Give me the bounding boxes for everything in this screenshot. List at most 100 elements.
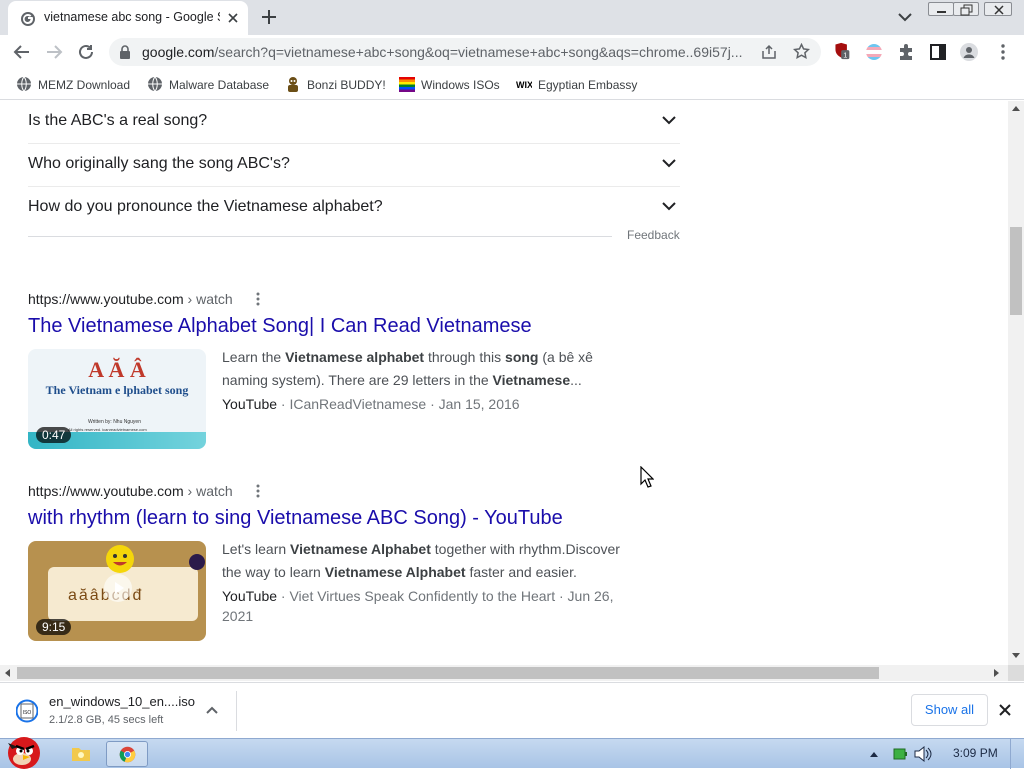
vertical-scroll-thumb[interactable]: [1010, 227, 1022, 315]
divider: [236, 691, 237, 731]
search-result: https://www.youtube.com › watch with rhy…: [28, 483, 628, 643]
tab-close-icon[interactable]: [226, 11, 240, 25]
scroll-left-icon[interactable]: [4, 669, 10, 677]
bookmark-label: Egyptian Embassy: [538, 78, 638, 92]
bookmark-star-icon[interactable]: [793, 43, 810, 60]
lock-icon[interactable]: [119, 45, 131, 59]
search-result: https://www.youtube.com › watch The Viet…: [28, 291, 628, 451]
tab-strip: vietnamese abc song - Google S: [0, 0, 1024, 35]
snippet-bold-text: Vietnamese: [492, 372, 571, 388]
share-icon[interactable]: [761, 44, 777, 60]
windows-taskbar: 3:09 PM: [0, 737, 1024, 769]
mouse-cursor-icon: [640, 466, 654, 488]
bonzi-icon: [288, 77, 298, 92]
search-results-page: Is the ABC's a real song? Who originally…: [0, 101, 1008, 665]
extension-badge: 1: [843, 51, 847, 60]
folder-icon[interactable]: [72, 746, 90, 761]
more-options-icon[interactable]: [255, 292, 261, 306]
faq-item[interactable]: How do you pronounce the Vietnamese alph…: [28, 187, 680, 230]
vertical-scrollbar[interactable]: [1008, 101, 1024, 665]
result-url[interactable]: https://www.youtube.com › watch: [28, 483, 233, 499]
result-channel-date: · ICanReadVietnamese · Jan 15, 2016: [277, 396, 520, 412]
faq-question: Who originally sang the song ABC's?: [28, 155, 290, 172]
download-filename[interactable]: en_windows_10_en....iso: [49, 694, 195, 709]
feedback-link[interactable]: Feedback: [627, 228, 680, 242]
horizontal-scroll-thumb[interactable]: [17, 667, 879, 679]
video-duration: 0:47: [36, 427, 72, 443]
close-icon: [994, 5, 1004, 15]
angry-bird-start-icon[interactable]: [2, 731, 48, 769]
close-window-button[interactable]: [984, 2, 1012, 16]
bookmark-label: Windows ISOs: [421, 78, 500, 92]
volume-icon[interactable]: [914, 746, 932, 762]
taskbar-clock[interactable]: 3:09 PM: [953, 746, 998, 760]
horizontal-scrollbar[interactable]: [0, 665, 1008, 681]
video-thumbnail[interactable]: A Ă Â The Vietnam e lphabet song Written…: [28, 349, 206, 449]
chevron-up-icon[interactable]: [205, 705, 219, 715]
result-crumb: › watch: [183, 291, 233, 307]
dot-icon: [189, 554, 205, 570]
chevron-down-icon[interactable]: [897, 10, 913, 24]
side-panel-icon[interactable]: [929, 43, 947, 61]
show-desktop-button[interactable]: [1010, 739, 1024, 769]
scroll-right-icon[interactable]: [994, 669, 1000, 677]
globe-icon: [17, 76, 31, 92]
result-meta: YouTube · ICanReadVietnamese · Jan 15, 2…: [222, 394, 622, 414]
result-site: https://www.youtube.com: [28, 291, 184, 307]
download-shelf: ISO en_windows_10_en....iso 2.1/2.8 GB, …: [0, 682, 1024, 738]
extension-shield-icon[interactable]: 1: [833, 42, 851, 60]
snippet-text: through this: [424, 349, 506, 365]
scroll-up-icon[interactable]: [1012, 105, 1020, 111]
close-icon[interactable]: [998, 703, 1012, 717]
windows-flag-icon: [399, 77, 415, 92]
extensions-puzzle-icon[interactable]: [897, 43, 915, 61]
result-source: YouTube: [222, 396, 278, 412]
menu-kebab-icon[interactable]: [994, 43, 1012, 61]
download-progress: 2.1/2.8 GB, 45 secs left: [49, 714, 164, 726]
battery-icon[interactable]: [893, 747, 907, 761]
divider: [28, 236, 612, 237]
profile-flag-icon[interactable]: [865, 43, 883, 61]
result-title-link[interactable]: with rhythm (learn to sing Vietnamese AB…: [28, 507, 563, 530]
restore-icon: [960, 4, 973, 16]
result-site: https://www.youtube.com: [28, 483, 184, 499]
browser-toolbar: google.com/search?q=vietnamese+abc+song&…: [0, 35, 1024, 69]
forward-icon[interactable]: [45, 43, 63, 61]
url-text[interactable]: google.com/search?q=vietnamese+abc+song&…: [142, 44, 752, 60]
svg-text:WIX: WIX: [516, 80, 532, 90]
bookmark-label: Malware Database: [169, 78, 270, 92]
tab-title: vietnamese abc song - Google S: [44, 10, 220, 24]
show-all-button[interactable]: Show all: [911, 694, 988, 726]
address-bar[interactable]: google.com/search?q=vietnamese+abc+song&…: [109, 38, 821, 66]
chevron-down-icon: [662, 116, 676, 125]
new-tab-icon[interactable]: [261, 9, 277, 25]
snippet-bold-text: Vietnamese Alphabet: [290, 541, 431, 557]
restore-button[interactable]: [953, 2, 979, 16]
tray-expand-icon[interactable]: [869, 750, 879, 758]
result-title-link[interactable]: The Vietnamese Alphabet Song| I Can Read…: [28, 315, 532, 338]
video-thumbnail[interactable]: aăâbcdđ 9:15: [28, 541, 206, 641]
smiley-icon: [106, 545, 134, 573]
iso-file-icon[interactable]: ISO: [16, 698, 38, 724]
faq-item[interactable]: Who originally sang the song ABC's?: [28, 144, 680, 187]
back-icon[interactable]: [13, 43, 31, 61]
bookmark-label: MEMZ Download: [38, 78, 131, 92]
minimize-icon: [937, 11, 946, 13]
url-path: /search?q=vietnamese+abc+song&oq=vietnam…: [214, 44, 743, 60]
active-tab[interactable]: vietnamese abc song - Google S: [8, 1, 248, 35]
snippet-bold-text: Vietnamese Alphabet: [324, 564, 466, 580]
minimize-button[interactable]: [928, 2, 954, 16]
faq-item[interactable]: Is the ABC's a real song?: [28, 101, 680, 144]
result-url[interactable]: https://www.youtube.com › watch: [28, 291, 233, 307]
wix-icon: WIX: [516, 80, 532, 90]
taskbar-chrome-button[interactable]: [106, 741, 148, 767]
more-options-icon[interactable]: [255, 484, 261, 498]
reload-icon[interactable]: [77, 43, 95, 61]
chrome-icon: [119, 746, 136, 763]
profile-avatar-icon[interactable]: [960, 43, 978, 61]
result-snippet: Learn the Vietnamese alphabet through th…: [222, 346, 622, 392]
scroll-corner: [1008, 665, 1024, 681]
scroll-down-icon[interactable]: [1012, 653, 1020, 659]
result-snippet: Let's learn Vietnamese Alphabet together…: [222, 538, 622, 584]
result-crumb: › watch: [183, 483, 233, 499]
